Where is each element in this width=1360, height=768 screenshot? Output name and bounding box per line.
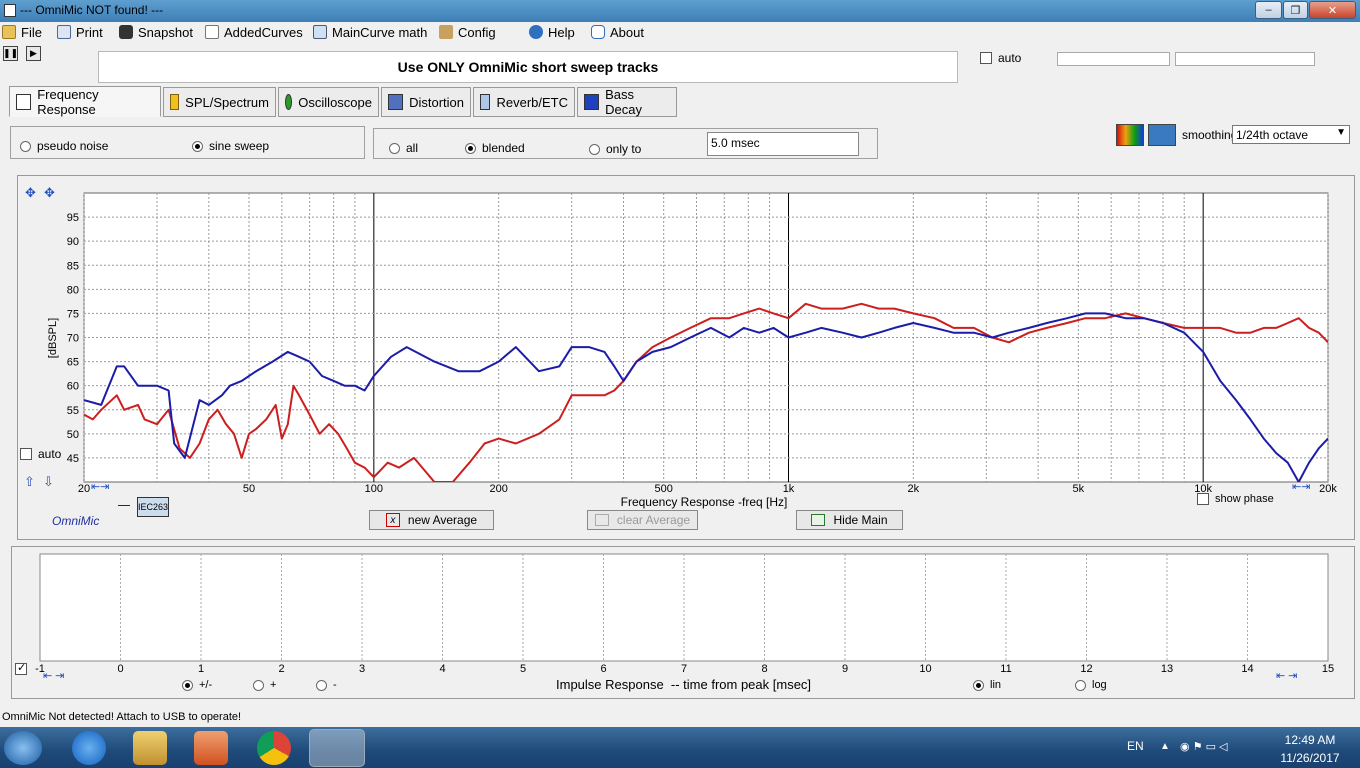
- x-tick-label: 100: [365, 483, 383, 495]
- x-tick-label: 20k: [1319, 483, 1337, 495]
- new-average-button[interactable]: x new Average: [369, 510, 494, 530]
- impulse-pan-left-icon[interactable]: ⇤ ⇥: [43, 669, 65, 682]
- impulse-x-tick-label: 2: [278, 663, 284, 675]
- tray-chevron-up-icon[interactable]: ▲: [1160, 741, 1170, 752]
- impulse-x-tick-label: 6: [600, 663, 606, 675]
- impulse-x-tick-label: 9: [842, 663, 848, 675]
- radio-label: lin: [990, 679, 1002, 691]
- radio-polarity-minus[interactable]: -: [316, 679, 337, 691]
- x-tick-label: 1k: [783, 483, 795, 495]
- clock-date[interactable]: 11/26/2017: [1276, 751, 1344, 765]
- radio-polarity-both[interactable]: +/-: [182, 679, 212, 691]
- impulse-checkbox[interactable]: [15, 661, 27, 678]
- show-phase-control[interactable]: show phase: [1197, 493, 1274, 505]
- x-tick-label: 500: [654, 483, 672, 495]
- impulse-x-tick-label: 0: [117, 663, 123, 675]
- radio-scale-lin[interactable]: lin: [973, 679, 1001, 691]
- frequency-response-chart: 45 50 55 60 65 70 75 80 85 90 95 20 50 100 200 500 1k 2k 5…: [47, 192, 1337, 509]
- omnimic-window: --- OmniMic NOT found! --- – ❐ ✕ File Pr…: [0, 0, 1360, 768]
- impulse-x-tick-label: 14: [1241, 663, 1253, 675]
- legend-entry[interactable]: IEC263: [137, 497, 169, 517]
- radio-label: +: [270, 679, 277, 691]
- y-tick-label: 55: [67, 405, 79, 417]
- new-average-label: new Average: [407, 513, 478, 527]
- impulse-x-tick-label: 1: [198, 663, 204, 675]
- hide-main-button[interactable]: Hide Main: [796, 510, 903, 530]
- tray-icons[interactable]: ◉ ⚑ ▭ ◁: [1180, 740, 1227, 753]
- x-tick-label: 200: [489, 483, 507, 495]
- chrome-icon[interactable]: [257, 731, 291, 765]
- impulse-x-tick-label: 12: [1080, 663, 1092, 675]
- show-phase-checkbox[interactable]: [1197, 493, 1209, 505]
- average-icon: x: [385, 513, 400, 527]
- hide-main-label: Hide Main: [833, 513, 888, 527]
- x-tick-label: 2k: [908, 483, 920, 495]
- clear-average-button[interactable]: clear Average: [587, 510, 698, 530]
- y-tick-label: 70: [67, 333, 79, 345]
- y-tick-label: 65: [67, 357, 79, 369]
- brand-label: OmniMic: [52, 514, 100, 528]
- internet-explorer-icon[interactable]: [72, 731, 106, 765]
- omnimic-taskbar-icon[interactable]: [309, 729, 365, 767]
- impulse-x-axis-label: Impulse Response -- time from peak [msec…: [556, 677, 812, 692]
- radio-polarity-plus[interactable]: +: [253, 679, 276, 691]
- pan-right-icon[interactable]: ⇤⇥: [1292, 480, 1310, 493]
- radio-scale-log[interactable]: log: [1075, 679, 1107, 691]
- legend-line: [118, 505, 130, 506]
- impulse-x-tick-label: 10: [919, 663, 931, 675]
- y-tick-label: 80: [67, 284, 79, 296]
- impulse-x-tick-label: 4: [439, 663, 445, 675]
- y-tick-label: 85: [67, 260, 79, 272]
- radio-label: -: [333, 679, 337, 691]
- y-tick-label: 90: [67, 236, 79, 248]
- clear-icon: [594, 514, 609, 526]
- impulse-x-tick-label: 15: [1322, 663, 1334, 675]
- impulse-x-tick-label: 13: [1161, 663, 1173, 675]
- y-tick-label: 50: [67, 429, 79, 441]
- radio-label: log: [1092, 679, 1107, 691]
- impulse-x-tick-label: 11: [1000, 663, 1011, 675]
- curve-icon: [811, 514, 826, 526]
- media-player-icon[interactable]: [194, 731, 228, 765]
- clock-time[interactable]: 12:49 AM: [1280, 733, 1340, 747]
- x-tick-label: 50: [243, 483, 255, 495]
- impulse-pan-right-icon[interactable]: ⇤ ⇥: [1276, 669, 1298, 682]
- radio-label: +/-: [199, 679, 213, 691]
- y-tick-label: 60: [67, 381, 79, 393]
- pan-left-icon[interactable]: ⇤⇥: [91, 480, 109, 493]
- y-tick-label: 45: [67, 453, 79, 465]
- start-button[interactable]: [4, 731, 42, 765]
- impulse-x-tick-label: 8: [761, 663, 767, 675]
- language-indicator[interactable]: EN: [1127, 739, 1144, 753]
- y-axis-label: [dBSPL]: [47, 318, 59, 358]
- x-axis-label: Frequency Response -freq [Hz]: [621, 495, 788, 509]
- impulse-x-tick-label: 5: [520, 663, 526, 675]
- status-bar: OmniMic Not detected! Attach to USB to o…: [2, 711, 242, 723]
- x-tick-label: 5k: [1073, 483, 1085, 495]
- impulse-x-tick-label: 7: [681, 663, 687, 675]
- y-tick-label: 95: [67, 212, 79, 224]
- file-explorer-icon[interactable]: [133, 731, 167, 765]
- clear-average-label: clear Average: [616, 513, 691, 527]
- x-tick-label: 20: [78, 483, 90, 495]
- show-phase-label: show phase: [1215, 493, 1274, 505]
- y-tick-label: 75: [67, 308, 79, 320]
- impulse-x-tick-label: 3: [359, 663, 365, 675]
